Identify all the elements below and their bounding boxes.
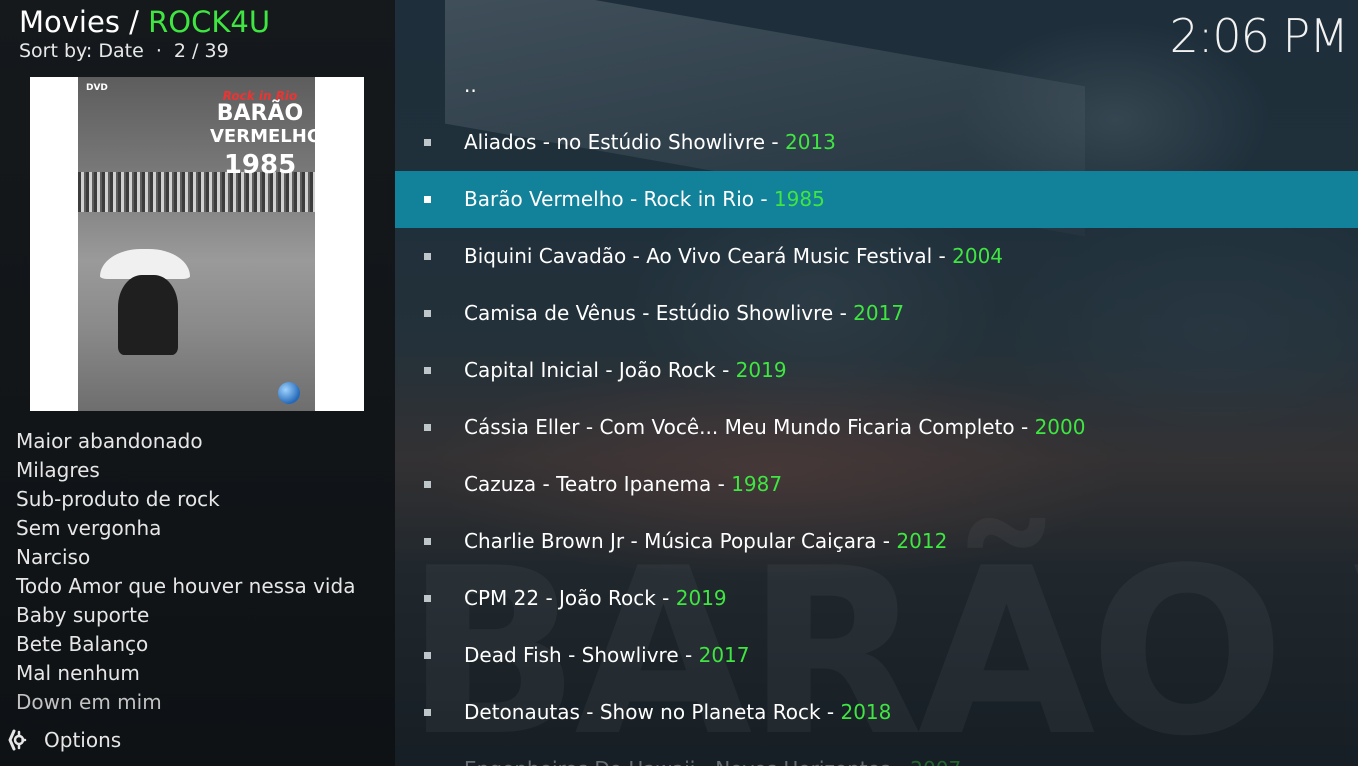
item-year: 2019 (675, 586, 727, 610)
bullet-icon (424, 595, 431, 602)
info-panel: Movies / ROCK4U Sort by: Date · 2 / 39 D… (0, 0, 395, 766)
list-item[interactable]: CPM 22 - João Rock - 2019 (395, 570, 1358, 627)
item-year: 2004 (952, 244, 1004, 268)
item-position: 2 / 39 (173, 40, 229, 62)
track-item: Bete Balanço (16, 632, 149, 656)
list-item-selected[interactable]: Barão Vermelho - Rock in Rio - 1985 (395, 171, 1358, 228)
track-item: Sub-produto de rock (16, 487, 220, 511)
item-title: Dead Fish - Showlivre - (464, 643, 699, 667)
item-title: Capital Inicial - João Rock - (464, 358, 736, 382)
sort-separator: · (155, 40, 162, 62)
item-year: 2000 (1034, 415, 1086, 439)
track-item: Mal nenhum (16, 661, 140, 685)
track-item: Todo Amor que houver nessa vida (16, 574, 356, 598)
item-year: 2018 (840, 700, 892, 724)
bullet-icon (424, 652, 431, 659)
list-item[interactable]: Camisa de Vênus - Estúdio Showlivre - 20… (395, 285, 1358, 342)
list-item[interactable]: Charlie Brown Jr - Música Popular Caiçar… (395, 513, 1358, 570)
track-item: Milagres (16, 458, 100, 482)
item-title: Cazuza - Teatro Ipanema - (464, 472, 732, 496)
item-year: 2017 (853, 301, 905, 325)
movie-poster: DVD Rock in Rio BARÃO VERMELHO 1985 (78, 77, 315, 411)
parent-folder-item[interactable]: .. (395, 57, 1358, 114)
kodi-screen: BARÃO VERMELHO Movies / ROCK4U Sort by: … (0, 0, 1358, 766)
item-year: 2017 (698, 643, 750, 667)
poster-people (118, 275, 178, 355)
bullet-icon (424, 139, 431, 146)
item-year: 1987 (731, 472, 783, 496)
bullet-icon (424, 424, 431, 431)
bullet-icon (424, 367, 431, 374)
item-title: Biquini Cavadão - Ao Vivo Ceará Music Fe… (464, 244, 953, 268)
list-item[interactable]: Detonautas - Show no Planeta Rock - 2018 (395, 684, 1358, 741)
item-year: 1985 (773, 187, 825, 211)
item-title: Engenheiros Do Hawaii - Novos Horizontes… (464, 757, 910, 766)
bullet-icon (424, 709, 431, 716)
track-item: Baby suporte (16, 603, 150, 627)
track-list: Maior abandonado Milagres Sub-produto de… (16, 427, 386, 717)
page-title: Movies / ROCK4U (19, 2, 270, 42)
poster-frame: DVD Rock in Rio BARÃO VERMELHO 1985 (30, 77, 364, 411)
item-year: 2012 (896, 529, 948, 553)
item-title: Charlie Brown Jr - Música Popular Caiçar… (464, 529, 897, 553)
item-title: Camisa de Vênus - Estúdio Showlivre - (464, 301, 854, 325)
bullet-icon (424, 538, 431, 545)
item-title: Aliados - no Estúdio Showlivre - (464, 130, 785, 154)
item-title: CPM 22 - João Rock - (464, 586, 676, 610)
options-label: Options (44, 728, 122, 752)
poster-title-line1: BARÃO (216, 101, 304, 126)
item-title: Detonautas - Show no Planeta Rock - (464, 700, 841, 724)
sort-label: Sort by: Date (19, 40, 144, 62)
bullet-icon (424, 481, 431, 488)
item-title: Cássia Eller - Com Você... Meu Mundo Fic… (464, 415, 1035, 439)
globe-icon (278, 382, 300, 404)
track-item: Sem vergonha (16, 516, 162, 540)
poster-dvd-logo: DVD (86, 83, 108, 93)
poster-title: Rock in Rio BARÃO VERMELHO 1985 (210, 89, 315, 180)
list-item[interactable]: Engenheiros Do Hawaii - Novos Horizontes… (395, 741, 1358, 766)
track-item: Maior abandonado (16, 429, 203, 453)
list-item[interactable]: Cazuza - Teatro Ipanema - 1987 (395, 456, 1358, 513)
options-button[interactable]: Options (6, 726, 121, 754)
track-item: Down em mim (16, 690, 162, 714)
parent-folder-label: .. (464, 73, 477, 97)
item-title: Barão Vermelho - Rock in Rio - (464, 187, 774, 211)
list-item[interactable]: Dead Fish - Showlivre - 2017 (395, 627, 1358, 684)
poster-year: 1985 (223, 150, 297, 180)
list-item[interactable]: Aliados - no Estúdio Showlivre - 2013 (395, 114, 1358, 171)
list-item[interactable]: Capital Inicial - João Rock - 2019 (395, 342, 1358, 399)
item-year: 2013 (784, 130, 836, 154)
bullet-icon (424, 253, 431, 260)
bullet-icon (424, 310, 431, 317)
gear-icon (6, 729, 28, 751)
item-year: 2019 (735, 358, 787, 382)
poster-title-line2: VERMELHO (210, 126, 315, 147)
addon-name: ROCK4U (148, 5, 271, 39)
track-item: Narciso (16, 545, 91, 569)
item-year: 2007 (910, 757, 961, 766)
sort-info: Sort by: Date · 2 / 39 (19, 38, 229, 64)
list-item[interactable]: Cássia Eller - Com Você... Meu Mundo Fic… (395, 399, 1358, 456)
bullet-icon (424, 196, 431, 203)
list-item[interactable]: Biquini Cavadão - Ao Vivo Ceará Music Fe… (395, 228, 1358, 285)
movie-list: .. Aliados - no Estúdio Showlivre - 2013… (395, 57, 1358, 766)
section-label: Movies / (19, 5, 149, 39)
